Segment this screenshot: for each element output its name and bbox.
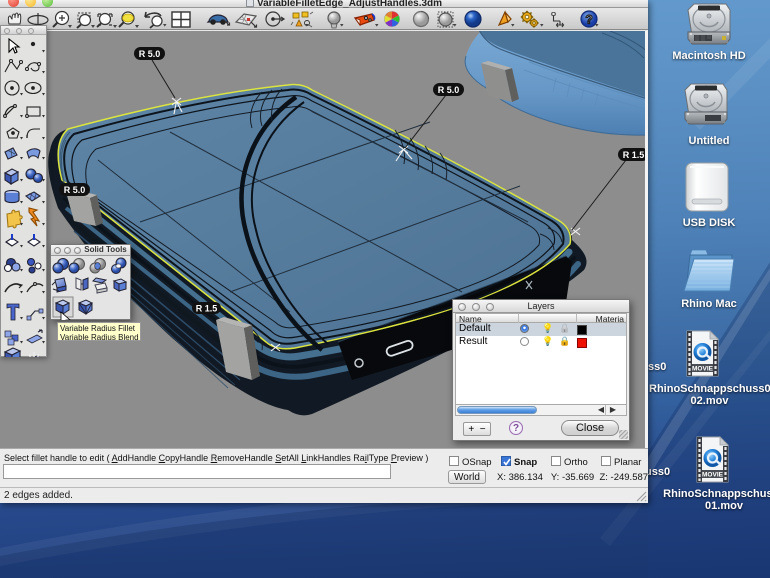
svg-text:R 1.5: R 1.5 bbox=[623, 150, 645, 160]
svg-text:R 5.0: R 5.0 bbox=[64, 185, 86, 195]
svg-text:?: ? bbox=[585, 13, 592, 27]
svg-text:MOVIE: MOVIE bbox=[702, 472, 724, 479]
svg-text:R 5.0: R 5.0 bbox=[438, 85, 460, 95]
svg-text:R 1.5: R 1.5 bbox=[196, 304, 218, 314]
svg-text:R 5.0: R 5.0 bbox=[139, 49, 161, 59]
svg-text:MOVIE: MOVIE bbox=[692, 366, 714, 373]
